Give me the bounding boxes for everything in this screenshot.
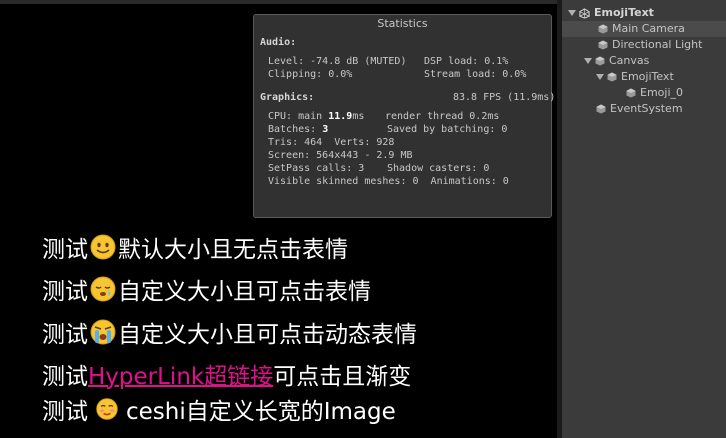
hierarchy-item-directional-light[interactable]: Directional Light bbox=[598, 37, 702, 53]
hierarchy-item-label: Main Camera bbox=[612, 22, 685, 35]
batches-value: 3 bbox=[322, 124, 329, 135]
cpu-main-prefix: CPU: main bbox=[268, 111, 329, 122]
graphics-section-label: Graphics: bbox=[260, 92, 315, 103]
game-view[interactable]: Statistics Audio: Level: -74.8 dB (MUTED… bbox=[0, 0, 557, 438]
hierarchy-item-label: EventSystem bbox=[610, 102, 683, 115]
expand-arrow-icon[interactable] bbox=[568, 10, 576, 16]
cpu-main-suffix: ms bbox=[352, 111, 365, 122]
screen-size: Screen: 564x443 - 2.9 MB bbox=[268, 150, 413, 161]
text-line-2: 测试 自定义大小且可点击表情 bbox=[42, 272, 371, 306]
line5-prefix: 测试 bbox=[42, 399, 88, 425]
smirk-emoji-icon bbox=[96, 398, 118, 420]
shadow-casters: Shadow casters: 0 bbox=[387, 163, 490, 174]
cpu-main: CPU: main 11.9ms bbox=[268, 111, 364, 123]
audio-level: Level: -74.8 dB (MUTED) bbox=[268, 56, 407, 67]
cpu-main-value: 11.9 bbox=[328, 111, 353, 122]
line1-prefix: 测试 bbox=[42, 237, 88, 263]
scene-name: EmojiText bbox=[594, 6, 654, 19]
line4-prefix: 测试 bbox=[42, 364, 88, 390]
unity-scene-icon bbox=[579, 7, 590, 19]
expand-arrow-icon[interactable] bbox=[584, 58, 592, 64]
hierarchy-item-emoji-0[interactable]: Emoji_0 bbox=[626, 85, 683, 101]
hyperlink[interactable]: HyperLink超链接 bbox=[88, 357, 273, 391]
hierarchy-panel: EmojiText Main Camera Directional Light … bbox=[562, 0, 726, 438]
cube-icon bbox=[607, 72, 617, 82]
hierarchy-item-label: EmojiText bbox=[621, 70, 674, 83]
cube-icon bbox=[596, 104, 606, 114]
hierarchy-item-label: Directional Light bbox=[612, 38, 703, 51]
visible-skinned-meshes: Visible skinned meshes: 0 Animations: 0 bbox=[268, 176, 509, 187]
cube-icon bbox=[626, 88, 636, 98]
statistics-panel: Statistics Audio: Level: -74.8 dB (MUTED… bbox=[253, 14, 556, 218]
text-line-3: 测试 自定义大小且可点击动态表情 bbox=[42, 315, 417, 349]
cube-icon bbox=[595, 56, 605, 66]
line2-prefix: 测试 bbox=[42, 279, 88, 305]
text-line-1: 测试 默认大小且无点击表情 bbox=[42, 230, 348, 264]
batches: Batches: 3 bbox=[268, 124, 328, 136]
stream-load: Stream load: 0.0% bbox=[424, 69, 527, 80]
hierarchy-item-eventsystem[interactable]: EventSystem bbox=[596, 101, 683, 117]
line5-suffix: ceshi自定义长宽的Image bbox=[126, 399, 396, 425]
statistics-title: Statistics bbox=[377, 17, 428, 30]
crying-emoji-icon[interactable] bbox=[89, 318, 117, 346]
line4-suffix: 可点击且渐变 bbox=[273, 364, 412, 390]
sleepy-emoji-icon[interactable] bbox=[89, 275, 117, 303]
hierarchy-item-main-camera[interactable]: Main Camera bbox=[562, 21, 726, 37]
text-line-5: 测试 ceshi自定义长宽的Image bbox=[42, 392, 396, 426]
text-line-4: 测试 HyperLink超链接 可点击且渐变 bbox=[42, 357, 411, 391]
line2-suffix: 自定义大小且可点击表情 bbox=[118, 279, 371, 305]
hierarchy-item-emojitext[interactable]: EmojiText bbox=[596, 69, 674, 85]
game-view-top-edge bbox=[0, 0, 557, 4]
expand-arrow-icon[interactable] bbox=[596, 74, 604, 80]
cube-icon bbox=[598, 40, 608, 50]
line3-suffix: 自定义大小且可点击动态表情 bbox=[118, 322, 417, 348]
hierarchy-item-label: Canvas bbox=[609, 54, 650, 67]
smile-emoji-icon bbox=[90, 234, 116, 260]
cube-icon bbox=[598, 24, 608, 34]
audio-section-label: Audio: bbox=[260, 37, 297, 48]
tris-verts: Tris: 464 Verts: 928 bbox=[268, 137, 395, 148]
line3-prefix: 测试 bbox=[42, 322, 88, 348]
setpass-calls: SetPass calls: 3 bbox=[268, 163, 365, 174]
render-thread: render thread 0.2ms bbox=[385, 111, 500, 122]
line1-suffix: 默认大小且无点击表情 bbox=[118, 237, 348, 263]
scene-root[interactable]: EmojiText bbox=[568, 5, 654, 21]
clipping: Clipping: 0.0% bbox=[268, 69, 353, 80]
fps: 83.8 FPS (11.9ms) bbox=[453, 92, 556, 103]
saved-by-batching: Saved by batching: 0 bbox=[387, 124, 508, 135]
dsp-load: DSP load: 0.1% bbox=[424, 56, 509, 67]
hierarchy-item-label: Emoji_0 bbox=[640, 86, 684, 99]
batches-prefix: Batches: bbox=[268, 124, 323, 135]
hierarchy-item-canvas[interactable]: Canvas bbox=[584, 53, 649, 69]
